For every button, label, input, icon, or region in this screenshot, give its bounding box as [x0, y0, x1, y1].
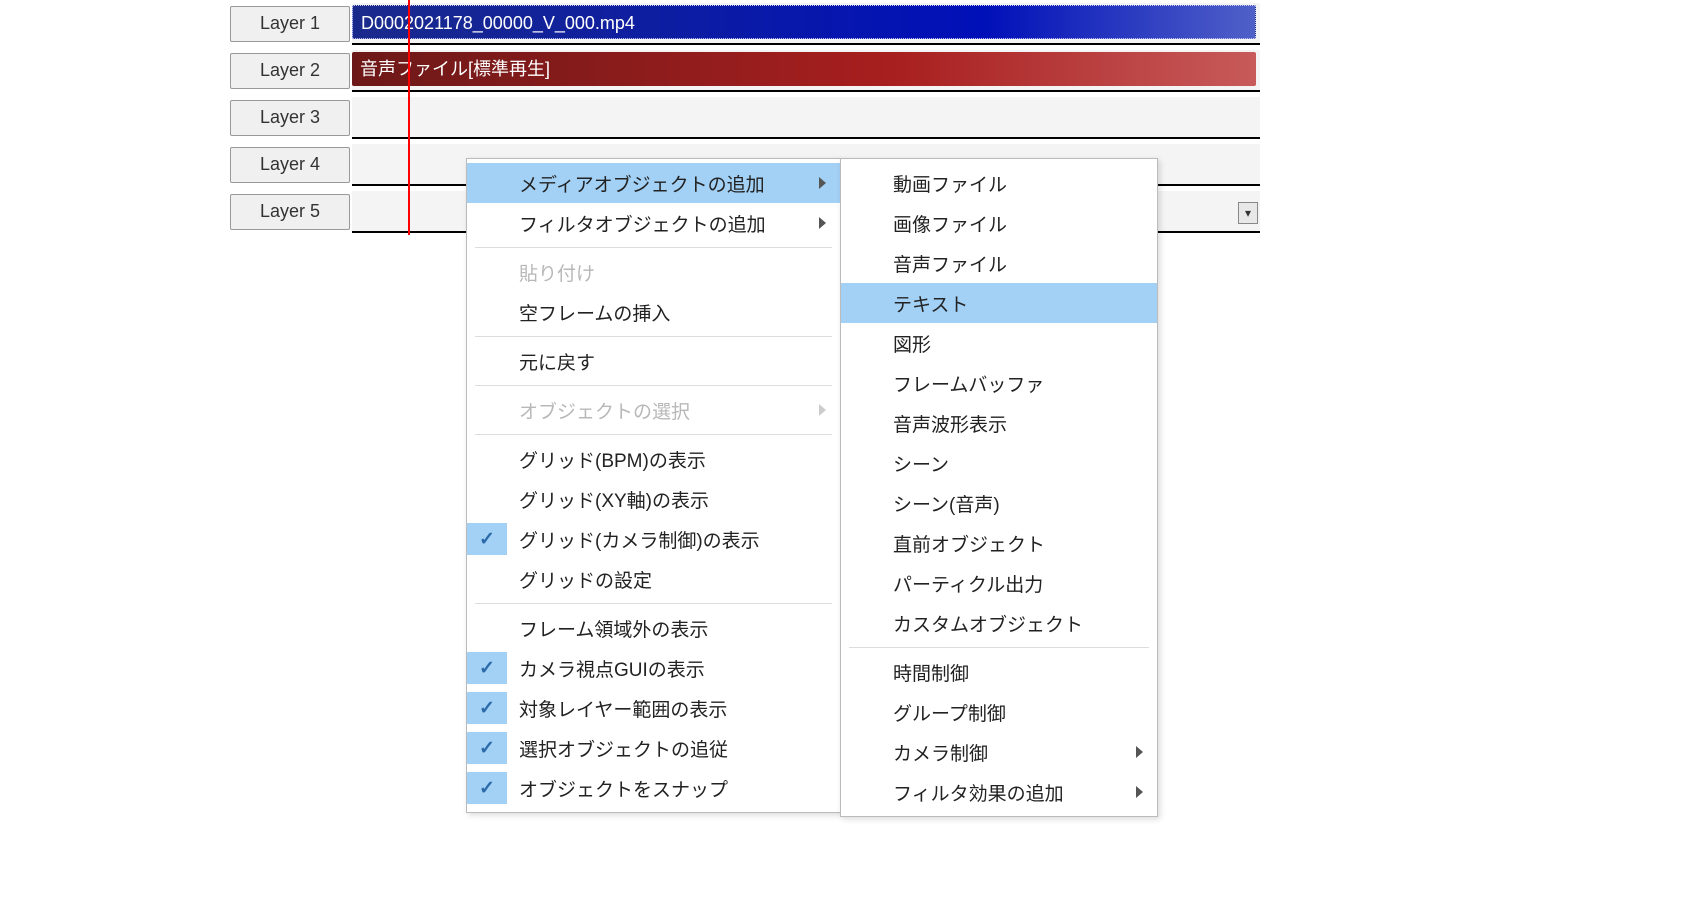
- submenu-arrow-icon: [819, 404, 826, 416]
- layer-row-3: Layer 3: [230, 94, 1260, 141]
- context-menu-item-15[interactable]: フレーム領域外の表示: [467, 608, 840, 648]
- context-menu-item-label: 空フレームの挿入: [519, 299, 670, 326]
- submenu-item-1[interactable]: 画像ファイル: [841, 203, 1157, 243]
- track-1[interactable]: D0002021178_00000_V_000.mp4: [352, 3, 1260, 45]
- submenu-item-label: 時間制御: [893, 659, 969, 686]
- submenu-arrow-icon: [1136, 786, 1143, 798]
- submenu-item-7[interactable]: シーン: [841, 443, 1157, 483]
- context-menu: メディアオブジェクトの追加フィルタオブジェクトの追加貼り付け空フレームの挿入元に…: [466, 158, 841, 813]
- submenu-item-10[interactable]: パーティクル出力: [841, 563, 1157, 603]
- submenu-item-label: テキスト: [893, 290, 968, 317]
- submenu-item-label: 音声波形表示: [893, 410, 1007, 437]
- submenu-item-label: 動画ファイル: [893, 170, 1007, 197]
- submenu-arrow-icon: [1136, 746, 1143, 758]
- context-menu-item-label: カメラ視点GUIの表示: [519, 655, 705, 682]
- context-menu-separator: [475, 603, 832, 604]
- context-menu-item-6[interactable]: 元に戻す: [467, 341, 840, 381]
- layer-label-2[interactable]: Layer 2: [230, 53, 350, 89]
- layer-label-3[interactable]: Layer 3: [230, 100, 350, 136]
- submenu-item-5[interactable]: フレームバッファ: [841, 363, 1157, 403]
- layer-row-2: Layer 2 音声ファイル[標準再生]: [230, 47, 1260, 94]
- submenu-item-13[interactable]: 時間制御: [841, 652, 1157, 692]
- track-3[interactable]: [352, 97, 1260, 139]
- context-menu-item-label: オブジェクトをスナップ: [519, 775, 728, 802]
- context-menu-item-label: メディアオブジェクトの追加: [519, 170, 765, 197]
- context-menu-item-13[interactable]: グリッドの設定: [467, 559, 840, 599]
- video-clip[interactable]: D0002021178_00000_V_000.mp4: [352, 5, 1256, 39]
- layer-label-1[interactable]: Layer 1: [230, 6, 350, 42]
- submenu-item-label: 音声ファイル: [893, 250, 1007, 277]
- submenu-item-label: シーン(音声): [893, 490, 1000, 517]
- context-menu-item-label: オブジェクトの選択: [519, 397, 690, 424]
- check-icon: ✓: [467, 692, 507, 724]
- submenu-item-6[interactable]: 音声波形表示: [841, 403, 1157, 443]
- submenu-item-label: シーン: [893, 450, 949, 477]
- context-menu-item-19[interactable]: ✓ オブジェクトをスナップ: [467, 768, 840, 808]
- chevron-down-icon: ▾: [1245, 206, 1251, 220]
- layer-label-5[interactable]: Layer 5: [230, 194, 350, 230]
- context-menu-item-label: 選択オブジェクトの追従: [519, 735, 728, 762]
- submenu-item-4[interactable]: 図形: [841, 323, 1157, 363]
- check-icon: ✓: [467, 732, 507, 764]
- context-menu-item-label: 貼り付け: [519, 259, 595, 286]
- submenu-arrow-icon: [819, 177, 826, 189]
- audio-clip[interactable]: 音声ファイル[標準再生]: [352, 52, 1256, 86]
- submenu-item-label: 画像ファイル: [893, 210, 1007, 237]
- context-menu-separator: [475, 336, 832, 337]
- context-menu-item-label: グリッド(カメラ制御)の表示: [519, 526, 760, 553]
- context-menu-item-label: フレーム領域外の表示: [519, 615, 708, 642]
- context-menu-item-18[interactable]: ✓ 選択オブジェクトの追従: [467, 728, 840, 768]
- context-menu-item-0[interactable]: メディアオブジェクトの追加: [467, 163, 840, 203]
- context-menu-item-label: グリッドの設定: [519, 566, 652, 593]
- context-menu-item-12[interactable]: ✓ グリッド(カメラ制御)の表示: [467, 519, 840, 559]
- track-2[interactable]: 音声ファイル[標準再生]: [352, 50, 1260, 92]
- context-menu-item-10[interactable]: グリッド(BPM)の表示: [467, 439, 840, 479]
- media-object-submenu: 動画ファイル画像ファイル音声ファイルテキスト図形フレームバッファ音声波形表示シー…: [840, 158, 1158, 817]
- submenu-item-11[interactable]: カスタムオブジェクト: [841, 603, 1157, 643]
- context-menu-separator: [475, 385, 832, 386]
- submenu-item-16[interactable]: フィルタ効果の追加: [841, 772, 1157, 812]
- submenu-item-8[interactable]: シーン(音声): [841, 483, 1157, 523]
- context-menu-item-label: 元に戻す: [519, 348, 595, 375]
- context-menu-item-label: グリッド(BPM)の表示: [519, 446, 706, 473]
- submenu-item-label: 直前オブジェクト: [893, 530, 1045, 557]
- submenu-item-label: フィルタ効果の追加: [893, 779, 1064, 806]
- context-menu-item-11[interactable]: グリッド(XY軸)の表示: [467, 479, 840, 519]
- context-menu-item-label: フィルタオブジェクトの追加: [519, 210, 766, 237]
- context-menu-item-16[interactable]: ✓ カメラ視点GUIの表示: [467, 648, 840, 688]
- context-menu-item-8: オブジェクトの選択: [467, 390, 840, 430]
- submenu-item-3[interactable]: テキスト: [841, 283, 1157, 323]
- submenu-item-label: フレームバッファ: [893, 370, 1044, 397]
- context-menu-item-label: 対象レイヤー範囲の表示: [519, 695, 727, 722]
- submenu-arrow-icon: [819, 217, 826, 229]
- context-menu-separator: [475, 434, 832, 435]
- context-menu-separator: [475, 247, 832, 248]
- submenu-item-label: カメラ制御: [893, 739, 988, 766]
- scroll-down-button[interactable]: ▾: [1238, 202, 1258, 224]
- submenu-item-15[interactable]: カメラ制御: [841, 732, 1157, 772]
- context-menu-item-3: 貼り付け: [467, 252, 840, 292]
- context-menu-item-label: グリッド(XY軸)の表示: [519, 486, 709, 513]
- submenu-item-0[interactable]: 動画ファイル: [841, 163, 1157, 203]
- context-menu-item-1[interactable]: フィルタオブジェクトの追加: [467, 203, 840, 243]
- layer-row-1: Layer 1 D0002021178_00000_V_000.mp4: [230, 0, 1260, 47]
- playhead-line[interactable]: [408, 0, 410, 235]
- check-icon: ✓: [467, 523, 507, 555]
- layer-label-4[interactable]: Layer 4: [230, 147, 350, 183]
- check-icon: ✓: [467, 772, 507, 804]
- submenu-item-label: グループ制御: [893, 699, 1006, 726]
- submenu-item-2[interactable]: 音声ファイル: [841, 243, 1157, 283]
- context-menu-item-4[interactable]: 空フレームの挿入: [467, 292, 840, 332]
- submenu-item-label: 図形: [893, 330, 931, 357]
- submenu-item-9[interactable]: 直前オブジェクト: [841, 523, 1157, 563]
- submenu-item-label: パーティクル出力: [893, 570, 1043, 597]
- context-menu-item-17[interactable]: ✓ 対象レイヤー範囲の表示: [467, 688, 840, 728]
- check-icon: ✓: [467, 652, 507, 684]
- submenu-item-14[interactable]: グループ制御: [841, 692, 1157, 732]
- submenu-separator: [849, 647, 1149, 648]
- submenu-item-label: カスタムオブジェクト: [893, 610, 1083, 637]
